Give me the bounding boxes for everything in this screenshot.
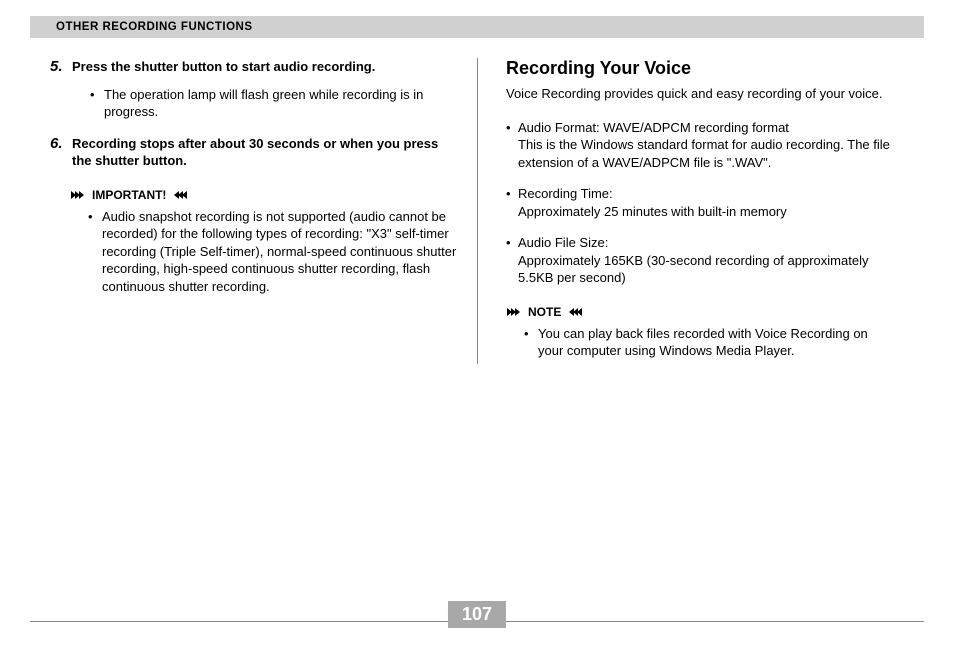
spec-label: Recording Time:	[518, 186, 613, 201]
manual-page: OTHER RECORDING FUNCTIONS 5. Press the s…	[0, 0, 954, 646]
spec-item-file-size: • Audio File Size: Approximately 165KB (…	[506, 234, 896, 287]
bullet-dot: •	[90, 86, 104, 121]
important-bullet: • Audio snapshot recording is not suppor…	[88, 208, 457, 296]
step-number: 6.	[50, 135, 72, 170]
bullet-dot: •	[506, 234, 518, 287]
callout-right-icon	[170, 190, 188, 200]
spec-item-recording-time: • Recording Time: Approximately 25 minut…	[506, 185, 896, 220]
spec-detail: Approximately 165KB (30-second recording…	[518, 253, 868, 286]
step-5-bullet: • The operation lamp will flash green wh…	[90, 86, 457, 121]
step-number: 5.	[50, 58, 72, 76]
section-intro: Voice Recording provides quick and easy …	[506, 85, 896, 103]
note-bullet: • You can play back files recorded with …	[524, 325, 896, 360]
bullet-text: Audio snapshot recording is not supporte…	[102, 208, 457, 296]
callout-left-icon	[70, 190, 88, 200]
page-number: 107	[448, 601, 506, 628]
spec-item-audio-format: • Audio Format: WAVE/ADPCM recording for…	[506, 119, 896, 172]
step-text: Recording stops after about 30 seconds o…	[72, 135, 457, 170]
spec-detail: Approximately 25 minutes with built-in m…	[518, 204, 787, 219]
important-callout: IMPORTANT!	[70, 188, 457, 202]
important-label: IMPORTANT!	[92, 188, 166, 202]
bullet-dot: •	[524, 325, 538, 360]
bullet-dot: •	[88, 208, 102, 296]
bullet-text: The operation lamp will flash green whil…	[104, 86, 457, 121]
spec-label: Audio File Size:	[518, 235, 608, 250]
note-label: NOTE	[528, 305, 561, 319]
bullet-dot: •	[506, 119, 518, 172]
spec-detail: This is the Windows standard format for …	[518, 137, 890, 170]
right-column: Recording Your Voice Voice Recording pro…	[477, 58, 924, 364]
spec-list: • Audio Format: WAVE/ADPCM recording for…	[506, 119, 896, 287]
note-callout: NOTE	[506, 305, 896, 319]
spec-label: Audio Format: WAVE/ADPCM recording forma…	[518, 120, 789, 135]
callout-right-icon	[565, 307, 583, 317]
callout-left-icon	[506, 307, 524, 317]
two-column-layout: 5. Press the shutter button to start aud…	[30, 58, 924, 364]
bullet-text: You can play back files recorded with Vo…	[538, 325, 896, 360]
step-text: Press the shutter button to start audio …	[72, 58, 375, 76]
section-header-title: OTHER RECORDING FUNCTIONS	[30, 21, 253, 33]
step-6: 6. Recording stops after about 30 second…	[50, 135, 457, 170]
bullet-dot: •	[506, 185, 518, 220]
section-header-bar: OTHER RECORDING FUNCTIONS	[30, 16, 924, 38]
page-footer: 107	[30, 621, 924, 622]
step-5: 5. Press the shutter button to start aud…	[50, 58, 457, 76]
left-column: 5. Press the shutter button to start aud…	[30, 58, 477, 364]
section-title: Recording Your Voice	[506, 58, 896, 79]
